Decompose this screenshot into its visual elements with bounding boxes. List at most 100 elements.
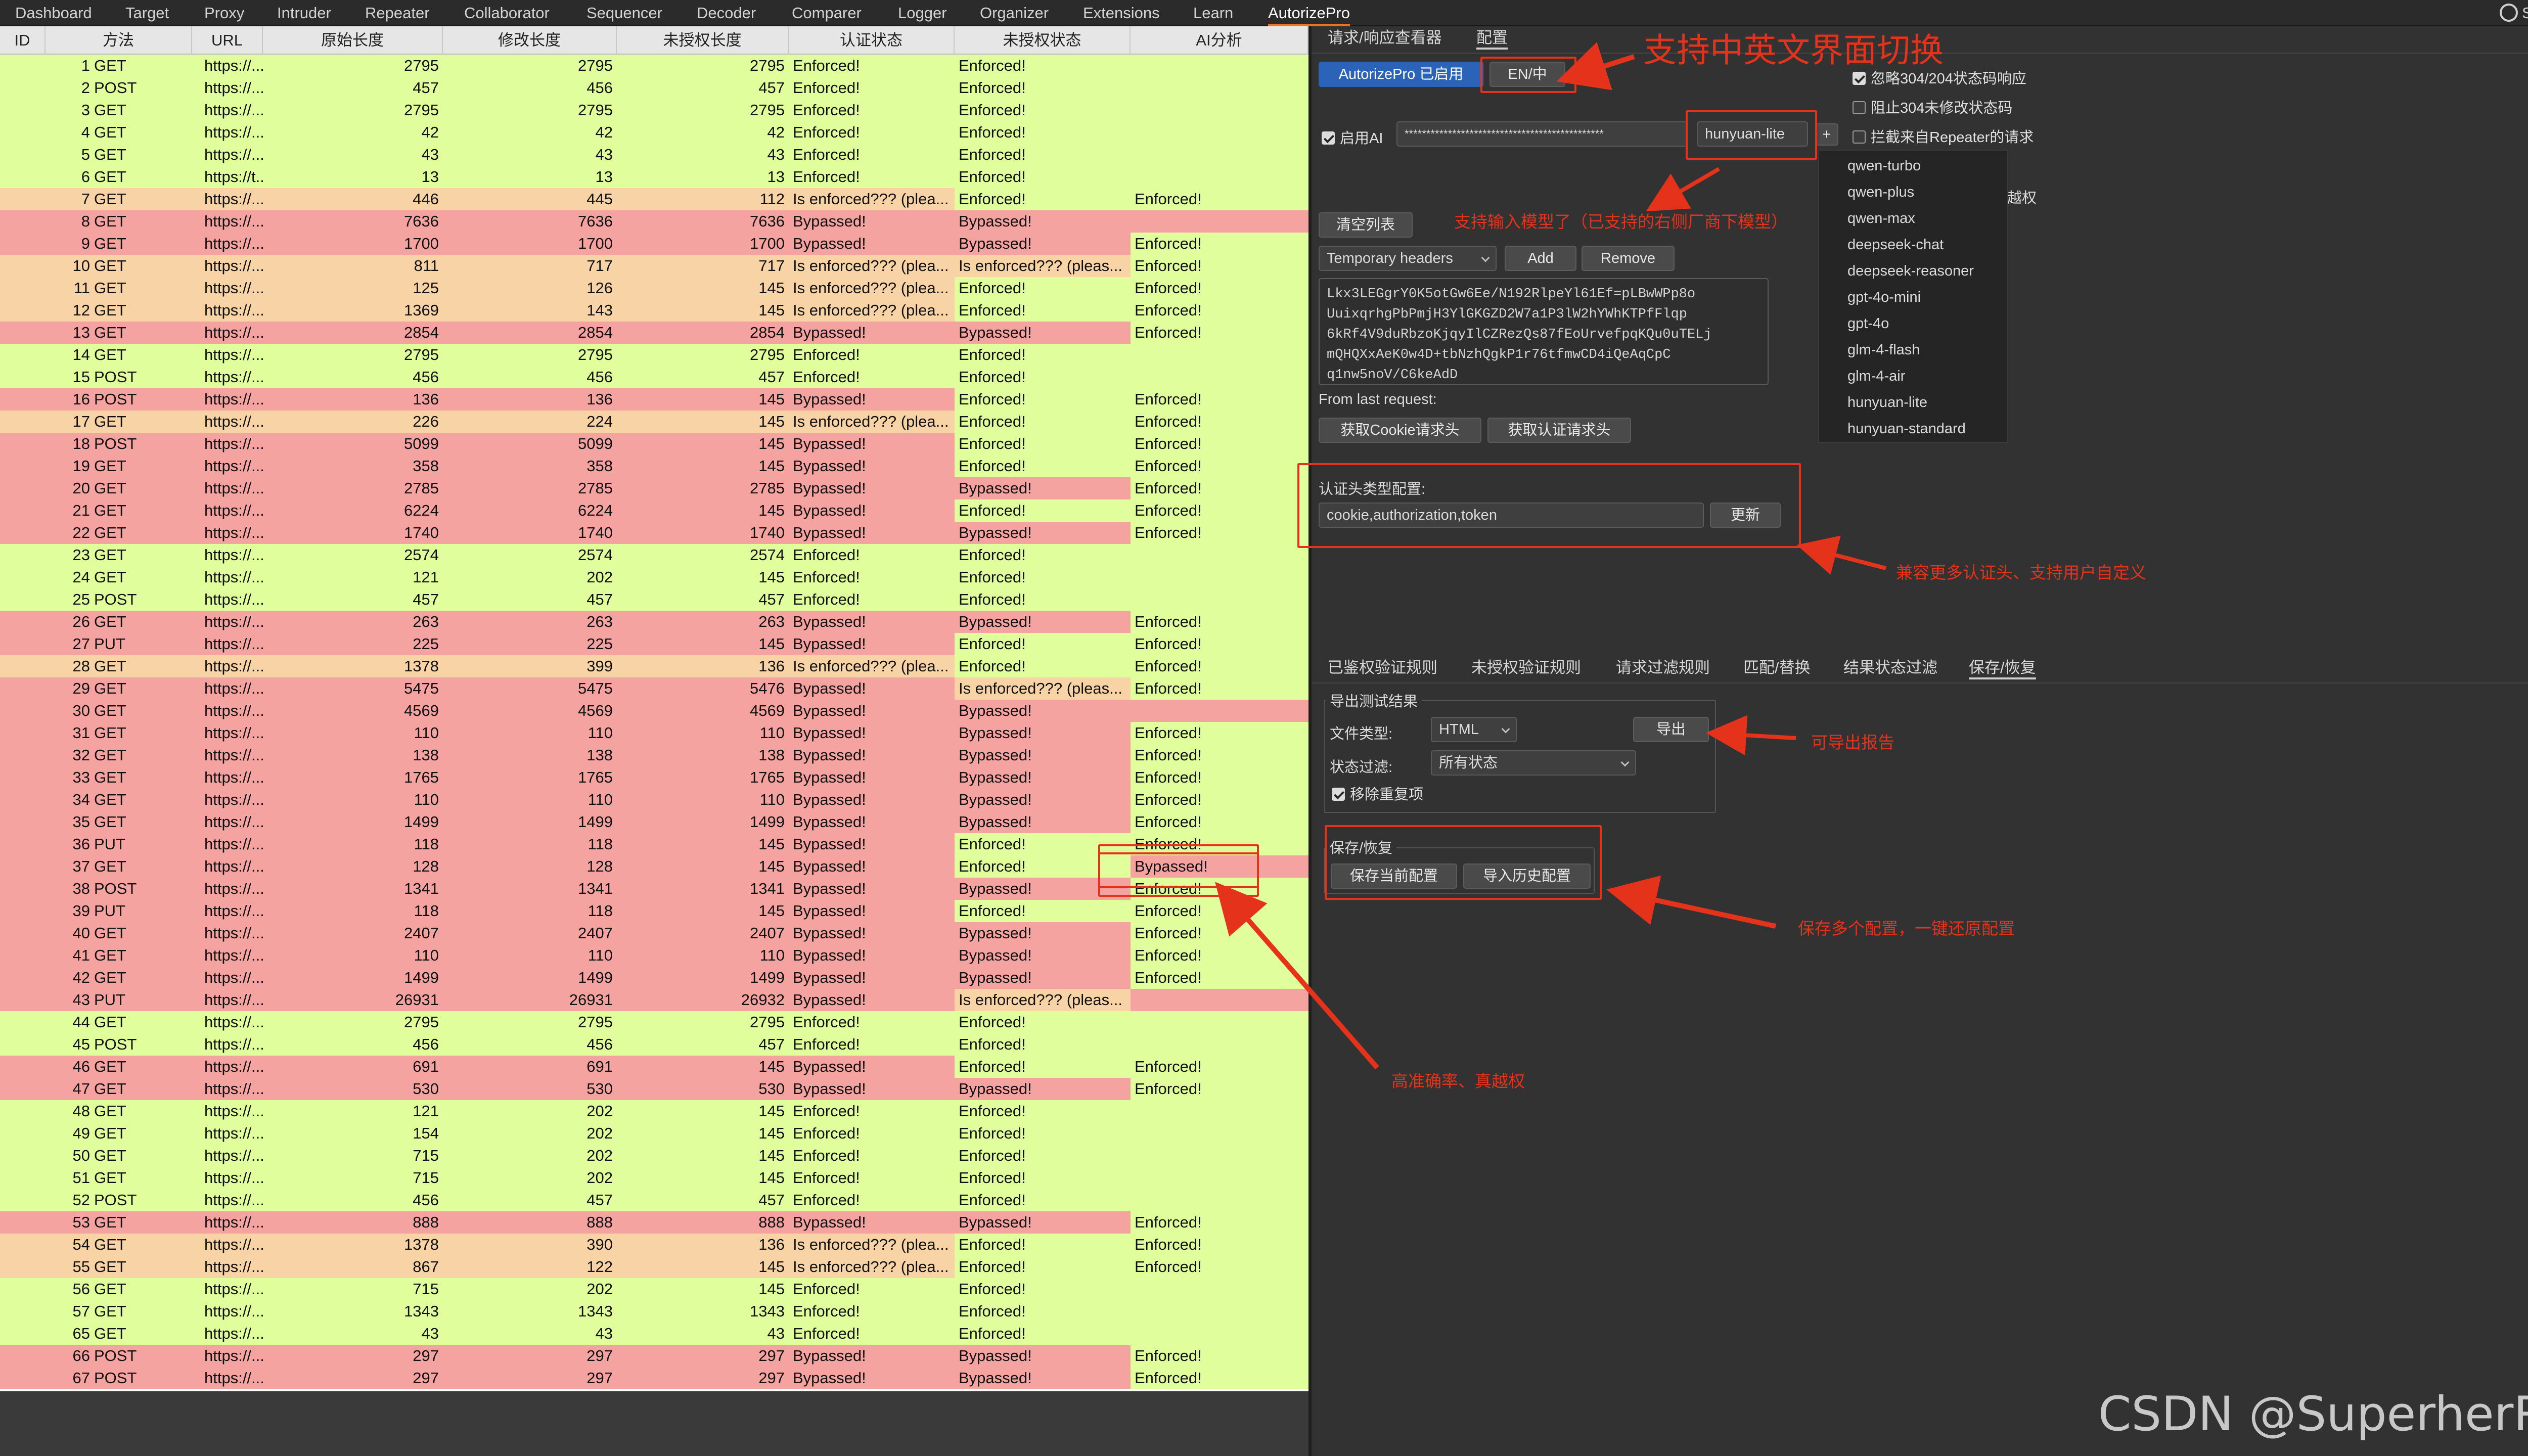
table-row[interactable]: 4 GET https://... 42 42 42 Enforced! Enforced!: [0, 121, 1308, 144]
model-option[interactable]: gpt-4o-mini: [1847, 289, 1921, 306]
api-key-field[interactable]: ****************************************…: [1396, 121, 1688, 147]
tab-auth-rules[interactable]: 已鉴权验证规则: [1328, 656, 1437, 679]
table-row[interactable]: 25 POST https://... 457 457 457 Enforced! Enfor…: [0, 588, 1308, 611]
table-row[interactable]: 67 POST https://... 297 297 297 Bypassed! Bypas…: [0, 1367, 1308, 1389]
table-row[interactable]: 65 GET https://... 43 43 43 Enforced! Enforced!: [0, 1323, 1308, 1345]
table-row[interactable]: 35 GET https://... 1499 1499 1499 Bypassed! Byp…: [0, 811, 1308, 833]
intercept-repeater-checkbox[interactable]: 拦截来自Repeater的请求: [1853, 125, 2034, 147]
menu-proxy[interactable]: Proxy: [204, 0, 244, 26]
menu-target[interactable]: Target: [125, 0, 169, 26]
tab-viewer[interactable]: 请求/响应查看器: [1328, 26, 1442, 50]
table-row[interactable]: 52 POST https://... 456 457 457 Enforced! Enfor…: [0, 1189, 1308, 1211]
get-cookie-header-button[interactable]: 获取Cookie请求头: [1319, 418, 1481, 443]
file-type-select[interactable]: HTML: [1431, 717, 1517, 742]
menu-logger[interactable]: Logger: [898, 0, 947, 26]
table-row[interactable]: 33 GET https://... 1765 1765 1765 Bypassed! Byp…: [0, 766, 1308, 789]
menu-learn[interactable]: Learn: [1193, 0, 1233, 26]
table-row[interactable]: 57 GET https://... 1343 1343 1343 Enforced! Enf…: [0, 1300, 1308, 1323]
block-304-checkbox[interactable]: 阻止304未修改状态码: [1853, 96, 2012, 117]
table-row[interactable]: 45 POST https://... 456 456 457 Enforced! Enfor…: [0, 1033, 1308, 1056]
model-option[interactable]: qwen-max: [1847, 210, 1915, 227]
table-row[interactable]: 46 GET https://... 691 691 145 Bypassed! Enforc…: [0, 1056, 1308, 1078]
add-header-button[interactable]: Add: [1505, 246, 1576, 271]
menu-dashboard[interactable]: Dashboard: [15, 0, 92, 26]
table-row[interactable]: 16 POST https://... 136 136 145 Bypassed! Enfor…: [0, 388, 1308, 411]
settings-button[interactable]: Settings: [2499, 0, 2528, 26]
table-row[interactable]: 1 GET https://... 2795 2795 2795 Enforced! Enfo…: [0, 55, 1308, 77]
table-row[interactable]: 7 GET https://... 446 445 112 Is enforced??? (…: [0, 188, 1308, 210]
table-row[interactable]: 66 POST https://... 297 297 297 Bypassed! Bypas…: [0, 1345, 1308, 1367]
dedupe-checkbox[interactable]: 移除重复项: [1332, 783, 1423, 804]
table-row[interactable]: 13 GET https://... 2854 2854 2854 Bypassed! Byp…: [0, 322, 1308, 344]
model-option[interactable]: deepseek-reasoner: [1847, 263, 1974, 280]
table-row[interactable]: 19 GET https://... 358 358 145 Bypassed! Enforc…: [0, 455, 1308, 477]
tab-request-filter[interactable]: 请求过滤规则: [1616, 656, 1710, 679]
column-header[interactable]: 修改长度: [443, 26, 617, 55]
table-row[interactable]: 22 GET https://... 1740 1740 1740 Bypassed! Byp…: [0, 522, 1308, 544]
column-header[interactable]: 原始长度: [263, 26, 443, 55]
table-row[interactable]: 47 GET https://... 530 530 530 Bypassed! Bypass…: [0, 1078, 1308, 1100]
model-option[interactable]: qwen-turbo: [1847, 158, 1921, 174]
table-row[interactable]: 39 PUT https://... 118 118 145 Bypassed! Enforc…: [0, 900, 1308, 922]
menu-extensions[interactable]: Extensions: [1083, 0, 1160, 26]
table-row[interactable]: 15 POST https://... 456 456 457 Enforced! Enfor…: [0, 366, 1308, 388]
headers-textarea[interactable]: Lkx3LEGgrY0K5otGw6Ee/N192RlpeYl61Ef=pLBw…: [1319, 278, 1769, 385]
column-header[interactable]: 未授权状态: [955, 26, 1131, 55]
table-row[interactable]: 18 POST https://... 5099 5099 145 Bypassed! Enf…: [0, 433, 1308, 455]
status-filter-select[interactable]: 所有状态: [1431, 750, 1636, 776]
model-option[interactable]: qwen-plus: [1847, 184, 1914, 201]
table-row[interactable]: 3 GET https://... 2795 2795 2795 Enforced! Enfo…: [0, 99, 1308, 121]
table-row[interactable]: 40 GET https://... 2407 2407 2407 Bypassed! Byp…: [0, 922, 1308, 944]
column-header[interactable]: AI分析: [1131, 26, 1308, 55]
table-row[interactable]: 6 GET https://t... 13 13 13 Enforced! Enforced!: [0, 166, 1308, 188]
export-button[interactable]: 导出: [1633, 717, 1709, 742]
tab-match-replace[interactable]: 匹配/替换: [1743, 656, 1811, 679]
model-option[interactable]: glm-4-flash: [1847, 342, 1920, 358]
table-row[interactable]: 41 GET https://... 110 110 110 Bypassed! Bypass…: [0, 944, 1308, 967]
tab-save-restore[interactable]: 保存/恢复: [1969, 656, 2036, 679]
menu-comparer[interactable]: Comparer: [792, 0, 862, 26]
table-row[interactable]: 53 GET https://... 888 888 888 Bypassed! Bypass…: [0, 1211, 1308, 1234]
table-row[interactable]: 5 GET https://... 43 43 43 Enforced! Enforced!: [0, 144, 1308, 166]
menu-organizer[interactable]: Organizer: [980, 0, 1049, 26]
table-row[interactable]: 51 GET https://... 715 202 145 Enforced! Enforc…: [0, 1167, 1308, 1189]
table-row[interactable]: 8 GET https://... 7636 7636 7636 Bypassed! Bypa…: [0, 210, 1308, 233]
table-row[interactable]: 49 GET https://... 154 202 145 Enforced! Enforc…: [0, 1122, 1308, 1145]
table-row[interactable]: 2 POST https://... 457 456 457 Enforced! Enforc…: [0, 77, 1308, 99]
tab-status-filter[interactable]: 结果状态过滤: [1843, 656, 1937, 679]
column-header[interactable]: 认证状态: [789, 26, 955, 55]
table-row[interactable]: 23 GET https://... 2574 2574 2574 Enforced! Enf…: [0, 544, 1308, 566]
table-row[interactable]: 55 GET https://... 867 122 145 Is enforced??? …: [0, 1256, 1308, 1278]
table-row[interactable]: 21 GET https://... 6224 6224 145 Bypassed! Enfo…: [0, 499, 1308, 522]
enable-ai-checkbox[interactable]: 启用AI: [1322, 126, 1383, 148]
clear-list-button[interactable]: 清空列表: [1319, 212, 1413, 238]
model-option[interactable]: gpt-4o: [1847, 315, 1889, 332]
column-header[interactable]: URL: [192, 26, 263, 55]
remove-header-button[interactable]: Remove: [1582, 246, 1675, 271]
add-model-button[interactable]: +: [1815, 123, 1838, 146]
menu-intruder[interactable]: Intruder: [277, 0, 331, 26]
model-option[interactable]: deepseek-chat: [1847, 237, 1944, 253]
menu-repeater[interactable]: Repeater: [365, 0, 430, 26]
table-row[interactable]: 50 GET https://... 715 202 145 Enforced! Enforc…: [0, 1145, 1308, 1167]
menu-collaborator[interactable]: Collaborator: [464, 0, 550, 26]
model-option[interactable]: hunyuan-lite: [1847, 394, 1927, 411]
column-header[interactable]: 未授权长度: [617, 26, 789, 55]
table-row[interactable]: 10 GET https://... 811 717 717 Is enforced??? …: [0, 255, 1308, 277]
get-auth-header-button[interactable]: 获取认证请求头: [1487, 418, 1631, 443]
table-row[interactable]: 31 GET https://... 110 110 110 Bypassed! Bypass…: [0, 722, 1308, 744]
table-row[interactable]: 44 GET https://... 2795 2795 2795 Enforced! Enf…: [0, 1011, 1308, 1033]
menu-decoder[interactable]: Decoder: [697, 0, 756, 26]
menu-autorizepro[interactable]: AutorizePro: [1268, 0, 1350, 26]
autorizepro-toggle-button[interactable]: AutorizePro 已启用: [1319, 62, 1483, 87]
column-header[interactable]: 方法: [46, 26, 192, 55]
table-row[interactable]: 34 GET https://... 110 110 110 Bypassed! Bypass…: [0, 789, 1308, 811]
tab-config[interactable]: 配置: [1476, 26, 1508, 50]
table-row[interactable]: 29 GET https://... 5475 5475 5476 Bypassed! Is …: [0, 677, 1308, 700]
table-row[interactable]: 48 GET https://... 121 202 145 Enforced! Enforc…: [0, 1100, 1308, 1122]
table-row[interactable]: 30 GET https://... 4569 4569 4569 Bypassed! Byp…: [0, 700, 1308, 722]
table-row[interactable]: 32 GET https://... 138 138 138 Bypassed! Bypass…: [0, 744, 1308, 766]
table-row[interactable]: 26 GET https://... 263 263 263 Bypassed! Bypass…: [0, 611, 1308, 633]
table-row[interactable]: 43 PUT https://... 26931 26931 26932 Bypassed!…: [0, 989, 1308, 1011]
table-row[interactable]: 42 GET https://... 1499 1499 1499 Bypassed! Byp…: [0, 967, 1308, 989]
